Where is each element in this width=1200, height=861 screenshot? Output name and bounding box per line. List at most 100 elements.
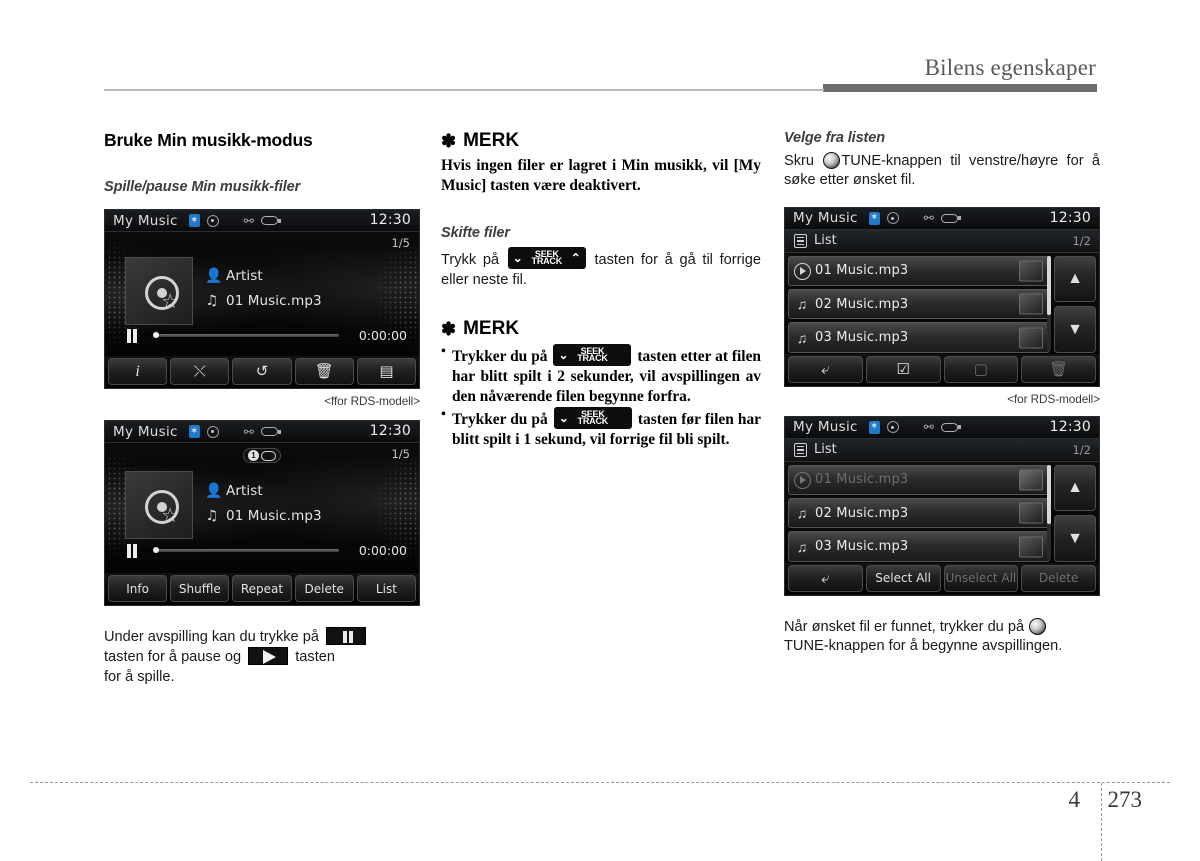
list-button[interactable]: ▤ [356, 358, 417, 385]
manual-page: Bilens egenskaper Bruke Min musikk-modus… [0, 0, 1200, 861]
device-clock: 12:30 [1049, 209, 1091, 226]
list-item-label: 01 Music.mp3 [815, 472, 909, 488]
scrollbar-thumb[interactable] [1047, 255, 1051, 315]
tune-knob-icon [1029, 617, 1047, 635]
now-playing-area: 1 1/5 ☆ 👤 Artist ♫ 01 Music.mp3 0:00:00 [105, 443, 419, 571]
list-item[interactable]: ♫ 02 Music.mp3 [788, 289, 1050, 320]
delete-button[interactable]: Delete [1021, 564, 1096, 592]
page-number-value: 273 [1107, 787, 1143, 812]
device-title: My Music [113, 423, 178, 440]
instruction-part-4: for å spille. [104, 668, 175, 685]
track-metadata: 👤 Artist ♫ 01 Music.mp3 [205, 268, 322, 318]
row-checkbox[interactable] [1019, 502, 1043, 524]
shuffle-button[interactable]: ⤬ [170, 358, 230, 385]
row-checkbox[interactable] [1019, 469, 1043, 491]
scroll-down-button[interactable]: ▼ [1054, 515, 1096, 562]
chevron-right-icon: ⌃ [570, 251, 581, 266]
delete-button[interactable]: 🗑 [1021, 355, 1096, 383]
tune-instruction: Når ønsket fil er funnet, trykker du på … [784, 617, 1100, 657]
list-label: List [814, 442, 837, 458]
person-icon: 👤 [205, 483, 223, 499]
scroll-up-button[interactable]: ▲ [1054, 464, 1096, 512]
progress-bar[interactable] [153, 547, 339, 553]
list-item[interactable]: ♫ 02 Music.mp3 [788, 498, 1050, 529]
row-checkbox[interactable] [1019, 260, 1043, 282]
subsection-heading: Spille/pause Min musikk-filer [104, 179, 301, 195]
back-button[interactable]: ⤶ [788, 355, 863, 383]
list-header: List 1/2 [785, 438, 1099, 462]
bullet-1-part-a: Trykker du på [452, 348, 548, 366]
list-item-label: 02 Music.mp3 [815, 505, 909, 521]
play-key-icon [248, 647, 289, 666]
back-button[interactable]: ⤶ [788, 564, 863, 592]
scrollbar[interactable] [1047, 255, 1051, 351]
list-icon [794, 442, 807, 457]
unselect-all-button[interactable]: Unselect All [943, 564, 1019, 592]
disc-icon [886, 212, 899, 225]
music-note-icon: ♫ [796, 296, 808, 313]
list-item[interactable]: 01 Music.mp3 [788, 464, 1050, 496]
repeat-count: 1 [248, 450, 259, 461]
list-button[interactable]: List [356, 575, 417, 602]
device-clock: 12:30 [369, 423, 411, 439]
select-all-button[interactable]: Select All [865, 564, 941, 592]
row-checkbox[interactable] [1019, 536, 1043, 558]
device-title: My Music [793, 210, 858, 227]
instruction-part-3: tasten [295, 649, 336, 666]
list-page-indicator: 1/2 [1072, 233, 1091, 248]
device-icon [260, 427, 281, 436]
disc-icon [886, 421, 899, 434]
device-icon [940, 213, 961, 223]
list-rows: 01 Music.mp3 ♫ 02 Music.mp3 ♫ 03 Music.m… [788, 464, 1050, 562]
list-rows: 01 Music.mp3 ♫ 02 Music.mp3 ♫ 03 Music.m… [788, 255, 1050, 353]
scroll-down-button[interactable]: ▼ [1054, 306, 1096, 353]
device-status-bar: My Music ✶ ⚯ 12:30 [785, 207, 1099, 230]
device-status-bar: My Music ✶ ⚯ 12:30 [105, 210, 419, 232]
column-left: Bruke Min musikk-modus Spille/pause Min … [104, 130, 420, 687]
scroll-buttons: ▲ ▼ [1054, 255, 1096, 353]
play-circle-icon [789, 471, 815, 489]
instruction-part-1: Under avspilling kan du trykke på [104, 629, 319, 645]
asterisk-icon: ✽ [441, 319, 457, 340]
track-index: 1/5 [391, 447, 410, 461]
usb-icon: ⚯ [923, 211, 934, 226]
list-item[interactable]: ♫ 03 Music.mp3 [788, 322, 1050, 353]
status-icon-group: ✶ ⚯ [868, 211, 961, 226]
info-button[interactable]: i [108, 358, 168, 385]
track-index: 1/5 [391, 236, 410, 250]
list-item[interactable]: 01 Music.mp3 [788, 255, 1050, 287]
device-title: My Music [793, 419, 858, 436]
tune-knob-icon [823, 152, 841, 169]
pause-indicator-icon [127, 329, 138, 343]
shuffle-button[interactable]: Shuffle [170, 575, 230, 602]
scrollbar-thumb[interactable] [1047, 464, 1051, 524]
delete-button[interactable]: 🗑 [294, 358, 354, 385]
note-bullet-1: Trykker du på ⌄ SEEK TRACK tasten etter … [441, 343, 761, 406]
row-checkbox[interactable] [1019, 293, 1043, 315]
list-item[interactable]: ♫ 03 Music.mp3 [788, 531, 1050, 562]
usb-icon: ⚯ [243, 424, 254, 439]
repeat-button[interactable]: Repeat [232, 575, 292, 602]
select-all-button[interactable]: ☑ [865, 355, 941, 383]
usb-icon: ⚯ [243, 213, 254, 228]
unselect-all-button[interactable]: ▢ [943, 355, 1019, 383]
row-checkbox[interactable] [1019, 327, 1043, 349]
device-title: My Music [113, 212, 178, 229]
list-item-label: 02 Music.mp3 [815, 296, 909, 312]
progress-bar[interactable] [153, 332, 339, 338]
status-icon-group: ✶ ⚯ [188, 424, 281, 439]
device-icon [940, 422, 961, 432]
velge-part-1: Skru [784, 153, 815, 169]
info-button[interactable]: Info [108, 575, 168, 602]
repeat-one-badge: 1 [243, 448, 281, 463]
screenshot-list-icon-buttons: My Music ✶ ⚯ 12:30 List 1/2 01 Music.mp3… [784, 206, 1100, 387]
scroll-up-button[interactable]: ▲ [1054, 255, 1096, 303]
bluetooth-icon: ✶ [868, 211, 880, 225]
repeat-button[interactable]: ↺ [232, 358, 292, 385]
asterisk-icon: ✽ [441, 131, 457, 151]
music-note-icon: ♫ [205, 508, 219, 524]
tune-part-1: Når ønsket fil er funnet, trykker du på [784, 618, 1025, 635]
scrollbar[interactable] [1047, 464, 1051, 560]
delete-button[interactable]: Delete [294, 575, 354, 602]
list-body: 01 Music.mp3 ♫ 02 Music.mp3 ♫ 03 Music.m… [785, 461, 1099, 562]
